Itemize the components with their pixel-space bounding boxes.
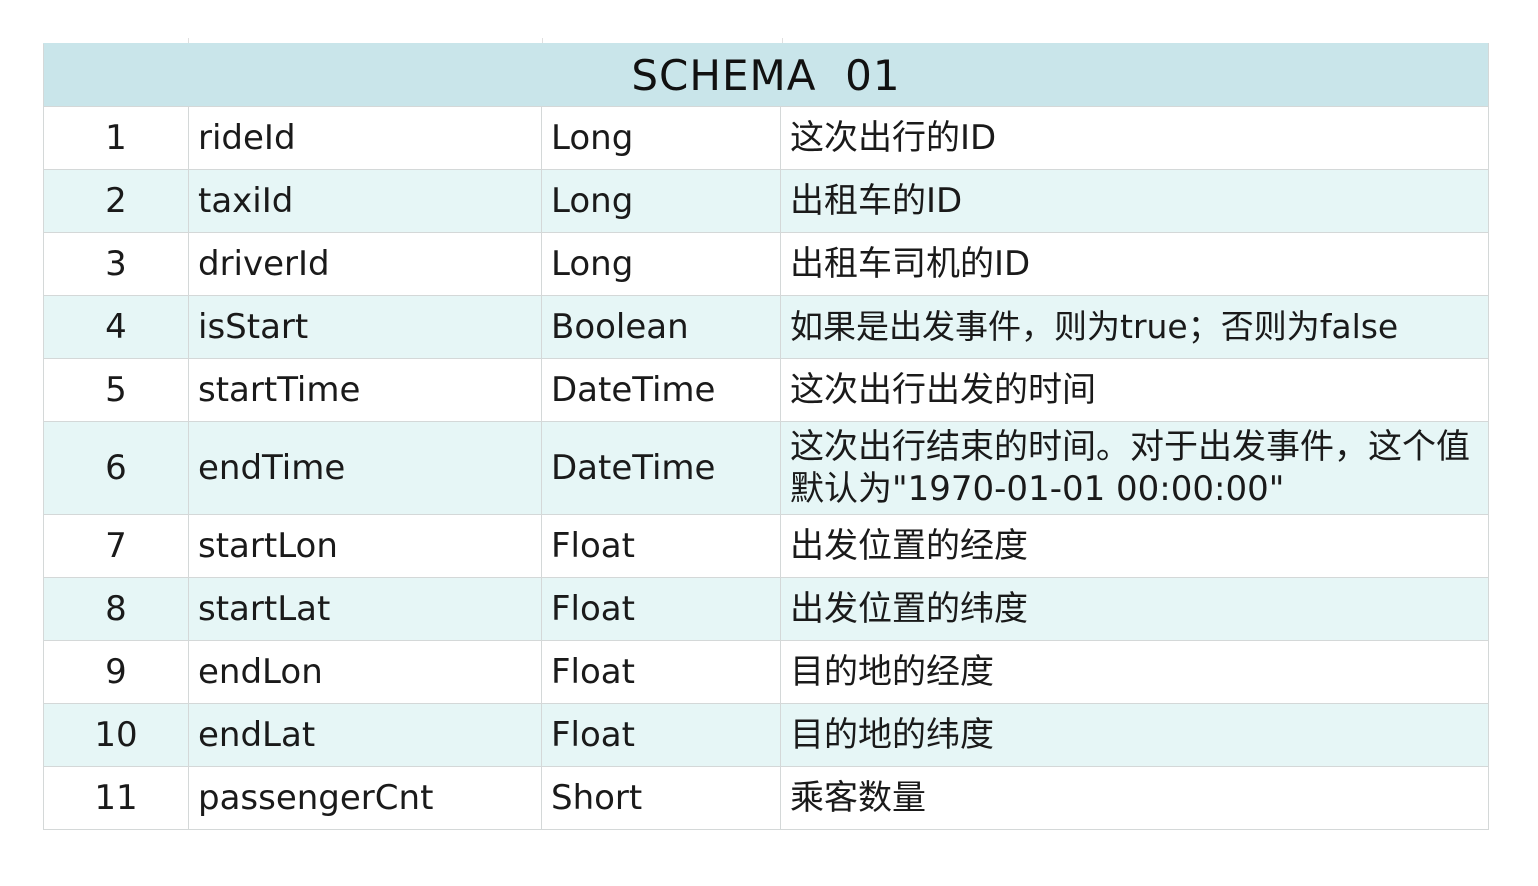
field-description: 出租车司机的ID: [780, 232, 1489, 296]
field-name: startLat: [188, 577, 542, 641]
field-name: endLon: [188, 640, 542, 704]
field-type: Float: [541, 703, 781, 767]
table-row: 3 driverId Long 出租车司机的ID: [43, 232, 1489, 296]
table-row: 8 startLat Float 出发位置的纬度: [43, 577, 1489, 641]
field-name: rideId: [188, 106, 542, 170]
row-index: 9: [43, 640, 189, 704]
field-name: driverId: [188, 232, 542, 296]
row-index: 7: [43, 514, 189, 578]
field-description: 如果是出发事件，则为true；否则为false: [780, 295, 1489, 359]
table-row: 7 startLon Float 出发位置的经度: [43, 514, 1489, 578]
field-name: endLat: [188, 703, 542, 767]
field-type: Long: [541, 232, 781, 296]
table-row: 9 endLon Float 目的地的经度: [43, 640, 1489, 704]
field-name: startLon: [188, 514, 542, 578]
table-row: 10 endLat Float 目的地的纬度: [43, 703, 1489, 767]
field-description: 出发位置的纬度: [780, 577, 1489, 641]
field-name: endTime: [188, 421, 542, 515]
row-index: 4: [43, 295, 189, 359]
table-row: 6 endTime DateTime 这次出行结束的时间。对于出发事件，这个值默…: [43, 421, 1489, 515]
row-index: 8: [43, 577, 189, 641]
field-name: isStart: [188, 295, 542, 359]
field-type: Float: [541, 577, 781, 641]
field-description: 这次出行的ID: [780, 106, 1489, 170]
row-index: 11: [43, 766, 189, 830]
field-description: 这次出行出发的时间: [780, 358, 1489, 422]
field-description: 出租车的ID: [780, 169, 1489, 233]
field-name: passengerCnt: [188, 766, 542, 830]
table-body: 1 rideId Long 这次出行的ID 2 taxiId Long 出租车的…: [43, 106, 1489, 830]
row-index: 3: [43, 232, 189, 296]
row-index: 6: [43, 421, 189, 515]
field-description: 目的地的纬度: [780, 703, 1489, 767]
field-type: Long: [541, 106, 781, 170]
field-name: taxiId: [188, 169, 542, 233]
field-description: 目的地的经度: [780, 640, 1489, 704]
table-row: 11 passengerCnt Short 乘客数量: [43, 766, 1489, 830]
row-index: 2: [43, 169, 189, 233]
field-type: Long: [541, 169, 781, 233]
field-type: Float: [541, 514, 781, 578]
table-title-row: SCHEMA 01: [43, 43, 1489, 107]
field-type: DateTime: [541, 421, 781, 515]
field-type: Boolean: [541, 295, 781, 359]
field-description: 这次出行结束的时间。对于出发事件，这个值默认为"1970-01-01 00:00…: [780, 421, 1489, 515]
field-description: 乘客数量: [780, 766, 1489, 830]
row-index: 5: [43, 358, 189, 422]
field-type: Short: [541, 766, 781, 830]
row-index: 10: [43, 703, 189, 767]
field-type: Float: [541, 640, 781, 704]
table-row: 5 startTime DateTime 这次出行出发的时间: [43, 358, 1489, 422]
table-row: 1 rideId Long 这次出行的ID: [43, 106, 1489, 170]
row-index: 1: [43, 106, 189, 170]
field-type: DateTime: [541, 358, 781, 422]
schema-table: SCHEMA 01 1 rideId Long 这次出行的ID 2 taxiId…: [43, 43, 1489, 830]
field-description: 出发位置的经度: [780, 514, 1489, 578]
field-name: startTime: [188, 358, 542, 422]
table-row: 4 isStart Boolean 如果是出发事件，则为true；否则为fals…: [43, 295, 1489, 359]
table-title: SCHEMA 01: [43, 43, 1489, 107]
table-row: 2 taxiId Long 出租车的ID: [43, 169, 1489, 233]
